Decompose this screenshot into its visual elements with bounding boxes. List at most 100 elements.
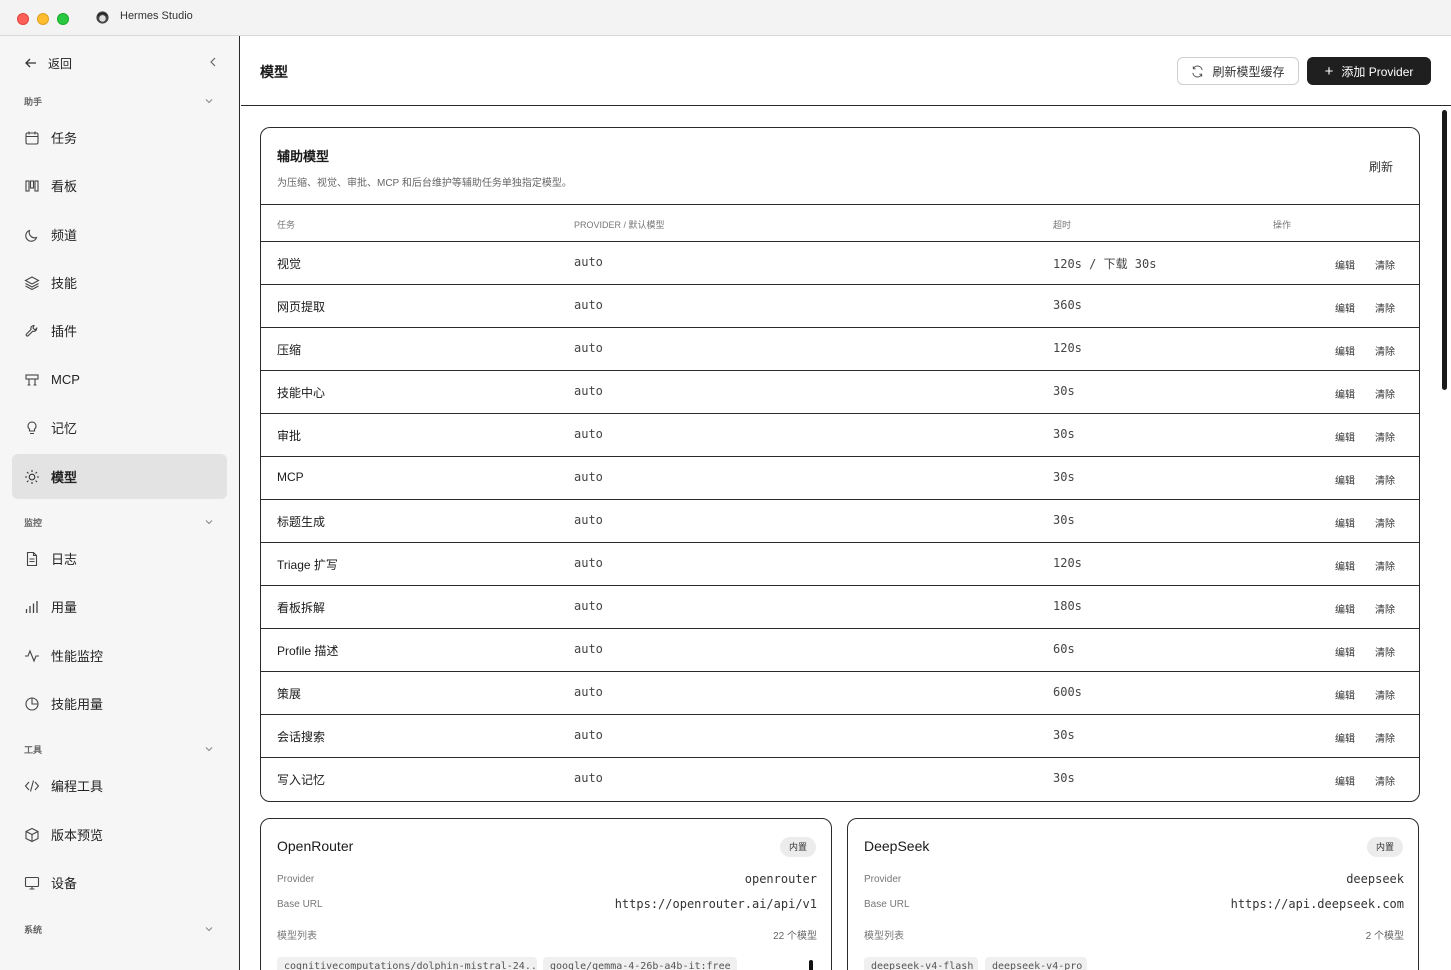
clear-button[interactable]: 清除 [1375,558,1395,573]
clear-button[interactable]: 清除 [1375,300,1395,315]
edit-button[interactable]: 编辑 [1335,515,1355,530]
zoom-window-button[interactable] [57,13,69,25]
section-assistant[interactable]: 助手 [24,95,214,109]
sidebar-item-plugins[interactable]: 插件 [12,308,227,353]
edit-button[interactable]: 编辑 [1335,429,1355,444]
sidebar-item-version-preview[interactable]: 版本预览 [12,812,227,857]
sidebar-item-memory[interactable]: 记忆 [12,405,227,450]
provider-cell: auto [574,513,603,527]
section-tools[interactable]: 工具 [24,743,214,757]
sidebar-item-models[interactable]: 模型 [12,454,227,499]
model-chip[interactable]: cognitivecomputations/dolphin-mistral-24… [277,957,537,970]
clear-button[interactable]: 清除 [1375,257,1395,272]
table-header: 任务 PROVIDER / 默认模型 超时 操作 [261,204,1419,242]
monitor-icon [24,876,40,890]
sidebar-item-tasks[interactable]: 任务 [12,115,227,160]
clear-button[interactable]: 清除 [1375,730,1395,745]
section-system[interactable]: 系统 [24,923,214,937]
base-url-row: Base URL https://api.deepseek.com [864,897,1404,911]
chevron-down-icon [205,99,213,104]
sidebar-item-label: 记忆 [51,421,78,436]
sidebar-item-usage[interactable]: 用量 [12,584,227,629]
edit-button[interactable]: 编辑 [1335,730,1355,745]
sidebar-item-coding-tools[interactable]: 编程工具 [12,763,227,808]
chevron-down-icon [205,747,213,752]
sidebar-item-performance[interactable]: 性能监控 [12,633,227,678]
clear-button[interactable]: 清除 [1375,429,1395,444]
sidebar-item-skill-usage[interactable]: 技能用量 [12,681,227,726]
minimize-window-button[interactable] [37,13,49,25]
activity-icon [25,649,39,662]
edit-button[interactable]: 编辑 [1335,300,1355,315]
clear-button[interactable]: 清除 [1375,601,1395,616]
table-row: MCP auto 30s 编辑 清除 [261,457,1419,500]
clear-button[interactable]: 清除 [1375,472,1395,487]
sidebar-item-board[interactable]: 看板 [12,163,227,208]
sidebar-item-mcp[interactable]: MCP [12,357,227,402]
collapse-sidebar-icon[interactable] [207,56,219,68]
table-row: 写入记忆 auto 30s 编辑 清除 [261,758,1419,801]
edit-button[interactable]: 编辑 [1335,257,1355,272]
sidebar-item-label: 日志 [51,552,78,567]
sidebar-item-devices[interactable]: 设备 [12,860,227,905]
section-monitor[interactable]: 监控 [24,516,214,530]
base-url-value: https://api.deepseek.com [1230,897,1404,911]
timeout-cell: 30s [1053,771,1075,785]
base-url-value: https://openrouter.ai/api/v1 [614,897,817,911]
column-timeout: 超时 [1053,220,1072,230]
clear-button[interactable]: 清除 [1375,773,1395,788]
title-bar: Hermes Studio [0,0,1451,36]
add-provider-button[interactable]: + 添加 Provider [1307,57,1431,85]
sidebar-item-label: MCP [51,372,80,387]
edit-button[interactable]: 编辑 [1335,601,1355,616]
edit-button[interactable]: 编辑 [1335,687,1355,702]
document-icon [26,551,38,566]
provider-card-openrouter: OpenRouter 内置 Provider openrouter Base U… [260,818,832,970]
clear-button[interactable]: 清除 [1375,343,1395,358]
aux-models-description: 为压缩、视觉、审批、MCP 和后台维护等辅助任务单独指定模型。 [277,178,572,189]
provider-cell: auto [574,642,603,656]
edit-button[interactable]: 编辑 [1335,558,1355,573]
edit-button[interactable]: 编辑 [1335,472,1355,487]
model-chip[interactable]: deepseek-v4-flash [864,957,978,970]
back-button[interactable]: 返回 [24,53,219,73]
clear-button[interactable]: 清除 [1375,515,1395,530]
sidebar-item-label: 技能 [51,276,78,291]
code-icon [24,779,40,792]
aux-models-table: 任务 PROVIDER / 默认模型 超时 操作 视觉 auto 120s / 下载… [261,204,1419,801]
sidebar-item-channels[interactable]: 频道 [12,212,227,257]
model-chip[interactable]: deepseek-v4-pro [985,957,1087,970]
provider-cell: auto [574,771,603,785]
edit-button[interactable]: 编辑 [1335,343,1355,358]
aux-refresh-button[interactable]: 刷新 [1369,158,1393,175]
chip-scroll-indicator[interactable] [809,960,813,970]
edit-button[interactable]: 编辑 [1335,644,1355,659]
timeout-cell: 30s [1053,470,1075,484]
sidebar-item-logs[interactable]: 日志 [12,536,227,581]
table-row: 策展 auto 600s 编辑 清除 [261,672,1419,715]
sidebar-item-skills[interactable]: 技能 [12,260,227,305]
table-row: 视觉 auto 120s / 下载 30s 编辑 清除 [261,242,1419,285]
refresh-icon [1192,65,1204,77]
main-scrollbar[interactable] [1442,110,1447,390]
close-window-button[interactable] [17,13,29,25]
models-row: 模型列表 2 个模型 [864,927,1404,942]
refresh-model-cache-label: 刷新模型缓存 [1212,64,1285,79]
clear-button[interactable]: 清除 [1375,386,1395,401]
model-chip[interactable]: google/gemma-4-26b-a4b-it:free [543,957,737,970]
models-count: 2 个模型 [1365,931,1404,942]
provider-value: deepseek [1346,872,1404,886]
provider-name: DeepSeek [864,838,930,854]
refresh-model-cache-button[interactable]: 刷新模型缓存 [1177,57,1299,85]
clear-button[interactable]: 清除 [1375,644,1395,659]
clear-button[interactable]: 清除 [1375,687,1395,702]
edit-button[interactable]: 编辑 [1335,773,1355,788]
sidebar-item-label: 性能监控 [51,649,104,664]
bar-chart-icon [25,600,38,613]
aux-models-title: 辅助模型 [277,149,330,164]
sidebar-item-label: 模型 [51,470,78,485]
sidebar-item-label: 技能用量 [51,697,104,712]
edit-button[interactable]: 编辑 [1335,386,1355,401]
timeout-cell: 30s [1053,513,1075,527]
timeout-cell: 120s [1053,341,1082,355]
